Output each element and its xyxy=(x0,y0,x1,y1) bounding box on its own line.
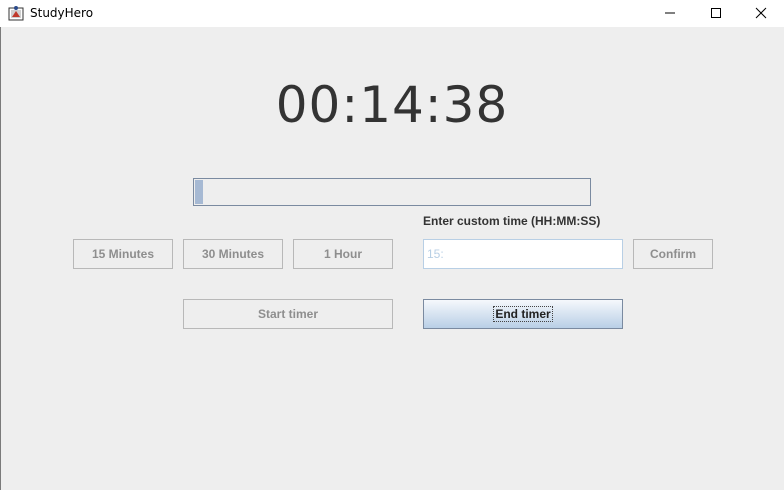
preset-1-hour-button[interactable]: 1 Hour xyxy=(293,239,393,269)
maximize-button[interactable] xyxy=(693,0,739,27)
custom-time-label: Enter custom time (HH:MM:SS) xyxy=(423,214,601,228)
start-timer-button[interactable]: Start timer xyxy=(183,299,393,329)
custom-time-input[interactable]: 15: xyxy=(423,239,623,269)
timer-display: 00:14:38 xyxy=(275,76,509,134)
progress-bar xyxy=(193,178,591,206)
confirm-button[interactable]: Confirm xyxy=(633,239,713,269)
close-button[interactable] xyxy=(738,0,784,27)
window-title: StudyHero xyxy=(30,6,94,20)
maximize-icon xyxy=(711,8,721,18)
title-bar: StudyHero xyxy=(0,0,784,27)
close-icon xyxy=(755,7,767,19)
preset-30-minutes-button[interactable]: 30 Minutes xyxy=(183,239,283,269)
progress-bar-fill xyxy=(195,180,203,204)
end-timer-label: End timer xyxy=(493,306,553,322)
minimize-button[interactable] xyxy=(647,0,693,27)
end-timer-button[interactable]: End timer xyxy=(423,299,623,329)
minimize-icon xyxy=(665,12,675,14)
preset-15-minutes-button[interactable]: 15 Minutes xyxy=(73,239,173,269)
app-icon xyxy=(8,5,24,21)
